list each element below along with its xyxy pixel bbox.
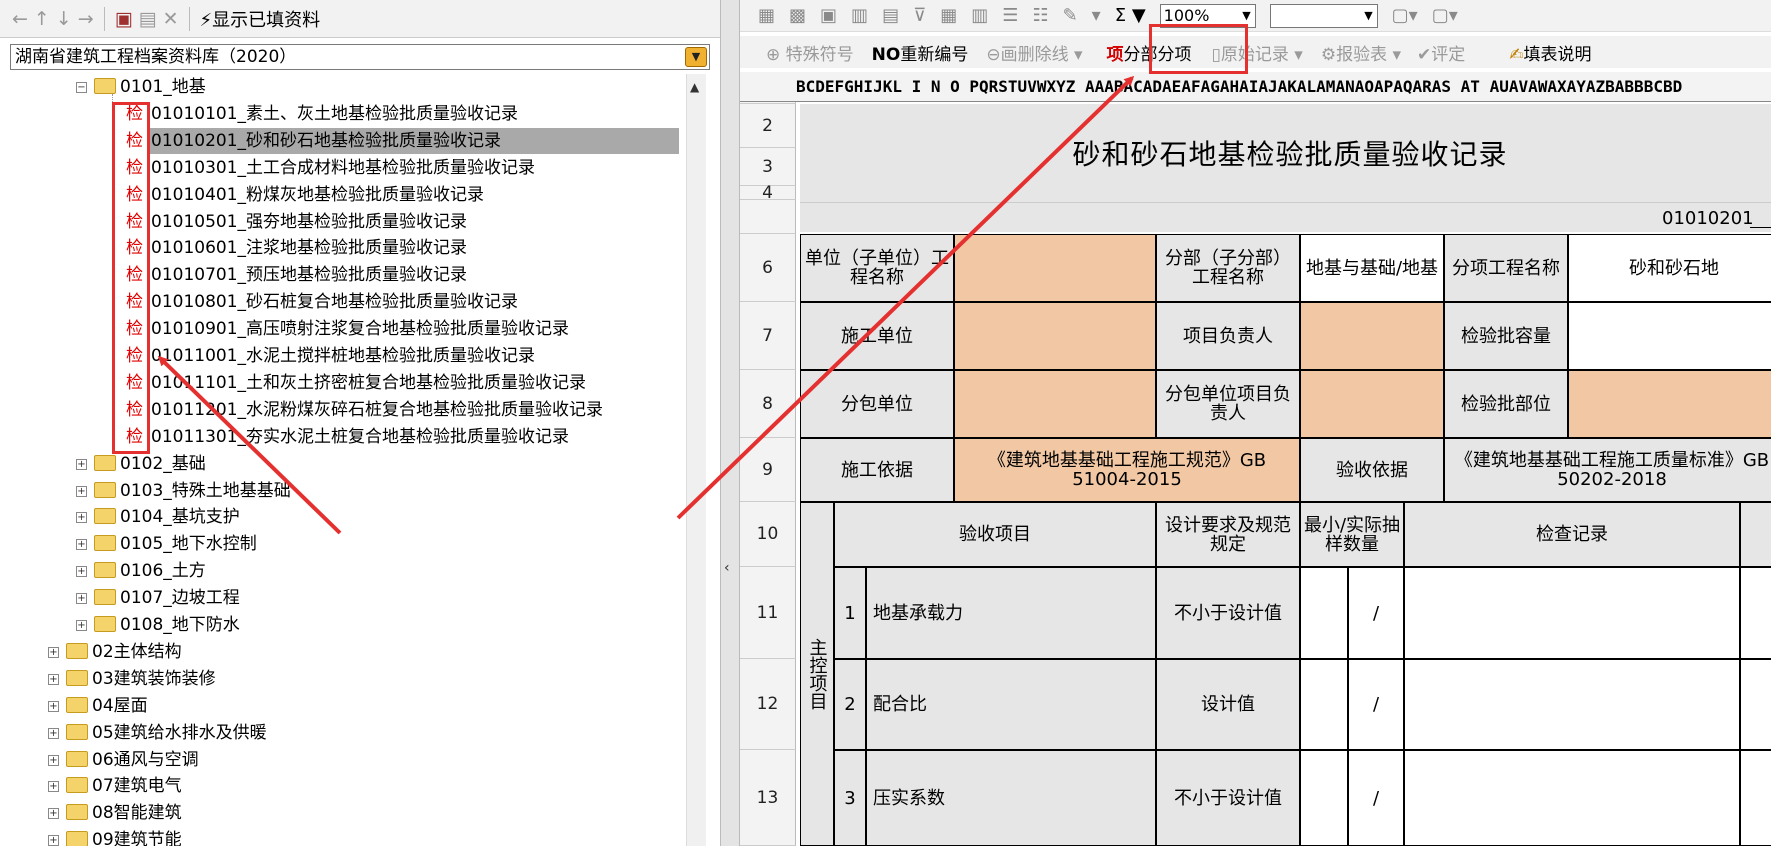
annotation-arrows xyxy=(157,75,1135,535)
arrow-to-split-section xyxy=(676,75,1135,520)
arrow-to-jian xyxy=(157,355,342,535)
